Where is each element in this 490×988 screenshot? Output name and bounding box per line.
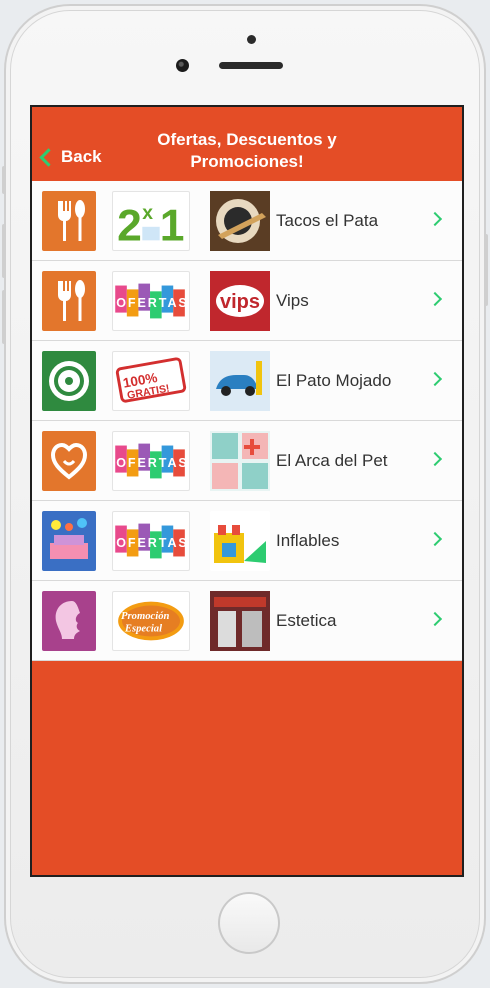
bounce-house-thumbnail (210, 511, 270, 571)
promo-badge-100-gratis: 100% GRATIS! (112, 351, 190, 411)
chevron-right-icon (427, 211, 443, 227)
chevron-right-icon (427, 451, 443, 467)
home-button[interactable] (218, 892, 280, 954)
list-item-label: Inflables (276, 531, 340, 550)
svg-text:OFERTAS: OFERTAS (116, 536, 189, 550)
list-item-label: Estetica (276, 611, 337, 630)
pet-icon (42, 431, 96, 491)
list-item[interactable]: OFERTAS vips Vips (32, 261, 462, 341)
proximity-sensor (247, 35, 256, 44)
list-item-label: Tacos el Pata (276, 211, 379, 230)
tire-icon (42, 351, 96, 411)
svg-text:OFERTAS: OFERTAS (116, 296, 189, 310)
chevron-right-icon (427, 531, 443, 547)
list-item-label: El Arca del Pet (276, 451, 388, 470)
back-button-label: Back (61, 147, 102, 166)
promo-badge-promocion-especial: Promoción Especial (112, 591, 190, 651)
chevron-right-icon (427, 371, 443, 387)
volume-up-button (2, 224, 6, 278)
vips-logo-thumbnail: vips (210, 271, 270, 331)
earpiece-speaker (219, 62, 283, 69)
chevron-left-icon (39, 147, 58, 167)
front-camera-icon (176, 59, 189, 72)
car-wash-thumbnail (210, 351, 270, 411)
svg-text:2: 2 (117, 201, 142, 250)
back-button[interactable]: Back (39, 147, 102, 167)
svg-text:1: 1 (160, 201, 185, 250)
vet-logo-thumbnail (210, 431, 270, 491)
offers-list: 2 x 1 Tacos el Pata OFERTAS vips Vips 10… (32, 181, 462, 661)
list-item-label: El Pato Mojado (276, 371, 392, 390)
page-title: Ofertas, Descuentos y Promociones! (157, 130, 337, 171)
list-item[interactable]: Promoción Especial Estetica (32, 581, 462, 661)
list-item[interactable]: 2 x 1 Tacos el Pata (32, 181, 462, 261)
mute-switch (2, 166, 6, 194)
cutlery-icon (42, 271, 96, 331)
volume-down-button (2, 290, 6, 344)
cutlery-icon (42, 191, 96, 251)
promo-badge-ofertas: OFERTAS (112, 511, 190, 571)
app-screen: Back Ofertas, Descuentos y Promociones! … (30, 105, 464, 877)
salon-storefront-thumbnail (210, 591, 270, 651)
svg-text:Promoción: Promoción (121, 611, 169, 622)
woman-profile-icon (42, 591, 96, 651)
promo-badge-2x1: 2 x 1 (112, 191, 190, 251)
svg-text:vips: vips (220, 291, 260, 313)
chevron-right-icon (427, 611, 443, 627)
svg-text:OFERTAS: OFERTAS (116, 456, 189, 470)
tacos-logo-thumbnail (210, 191, 270, 251)
navigation-bar: Back Ofertas, Descuentos y Promociones! (32, 107, 462, 181)
party-icon (42, 511, 96, 571)
svg-text:x: x (142, 203, 153, 224)
promo-badge-ofertas: OFERTAS (112, 431, 190, 491)
chevron-right-icon (427, 291, 443, 307)
list-item-label: Vips (276, 291, 309, 310)
list-item[interactable]: OFERTAS El Arca del Pet (32, 421, 462, 501)
svg-text:Especial: Especial (124, 624, 162, 635)
power-button (484, 234, 488, 306)
list-item[interactable]: 100% GRATIS! El Pato Mojado (32, 341, 462, 421)
list-item[interactable]: OFERTAS Inflables (32, 501, 462, 581)
promo-badge-ofertas: OFERTAS (112, 271, 190, 331)
